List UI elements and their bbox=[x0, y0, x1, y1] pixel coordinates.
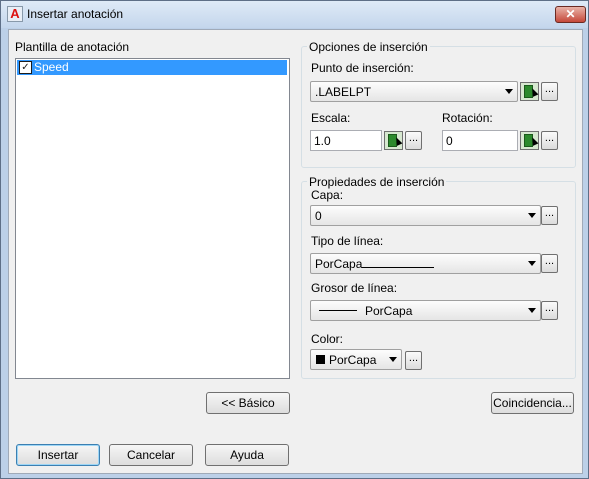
list-item[interactable]: ✓ Speed bbox=[17, 60, 287, 75]
layer-dropdown[interactable]: 0 bbox=[310, 205, 541, 226]
insertion-point-label: Punto de inserción: bbox=[311, 61, 414, 75]
help-button[interactable]: Ayuda bbox=[205, 444, 289, 466]
layer-ellipsis-button[interactable]: ... bbox=[541, 206, 558, 225]
list-item-label: Speed bbox=[34, 60, 69, 74]
color-label: Color: bbox=[311, 332, 344, 346]
linetype-value: PorCapa bbox=[315, 257, 363, 271]
match-button[interactable]: Coincidencia... bbox=[491, 392, 574, 414]
linetype-ellipsis-button[interactable]: ... bbox=[541, 254, 558, 273]
scale-label: Escala: bbox=[311, 111, 351, 125]
rotation-input[interactable]: 0 bbox=[442, 130, 518, 151]
insertion-options-title: Opciones de inserción bbox=[307, 40, 430, 54]
color-value: PorCapa bbox=[329, 353, 377, 367]
pick-rotation-button[interactable] bbox=[520, 131, 539, 150]
lineweight-value: PorCapa bbox=[365, 304, 413, 318]
lineweight-ellipsis-button[interactable]: ... bbox=[541, 301, 558, 320]
chevron-down-icon bbox=[505, 89, 513, 94]
chevron-down-icon bbox=[389, 357, 397, 362]
insertion-point-dropdown[interactable]: .LABELPT bbox=[310, 81, 518, 102]
chevron-down-icon bbox=[528, 308, 536, 313]
insertion-properties-title: Propiedades de inserción bbox=[307, 175, 447, 189]
layer-value: 0 bbox=[315, 209, 322, 223]
insertion-point-ellipsis-button[interactable]: ... bbox=[541, 82, 558, 101]
close-icon: ✕ bbox=[565, 7, 576, 21]
insertion-point-value: .LABELPT bbox=[315, 85, 372, 99]
cancel-button[interactable]: Cancelar bbox=[109, 444, 193, 466]
dialog-body: Plantilla de anotación ✓ Speed Opciones … bbox=[8, 29, 583, 474]
rotation-value: 0 bbox=[446, 134, 453, 148]
list-item-checkbox[interactable]: ✓ bbox=[19, 61, 32, 74]
lineweight-dropdown[interactable]: PorCapa bbox=[310, 300, 541, 321]
rotation-label: Rotación: bbox=[442, 111, 493, 125]
autocad-logo-icon: A bbox=[7, 6, 23, 22]
scale-ellipsis-button[interactable]: ... bbox=[405, 131, 422, 150]
lineweight-sample bbox=[319, 310, 357, 311]
scale-value: 1.0 bbox=[314, 134, 331, 148]
template-listbox[interactable]: ✓ Speed bbox=[15, 58, 290, 379]
basic-button[interactable]: << Básico bbox=[206, 392, 290, 414]
close-button[interactable]: ✕ bbox=[555, 6, 586, 23]
color-dropdown[interactable]: PorCapa bbox=[310, 349, 402, 370]
title-bar[interactable]: A Insertar anotación ✕ bbox=[1, 1, 588, 28]
dialog-window: A Insertar anotación ✕ Plantilla de anot… bbox=[0, 0, 589, 479]
window-title: Insertar anotación bbox=[27, 7, 124, 21]
check-icon: ✓ bbox=[21, 62, 30, 73]
rotation-ellipsis-button[interactable]: ... bbox=[541, 131, 558, 150]
color-swatch bbox=[316, 355, 325, 364]
linetype-label: Tipo de línea: bbox=[311, 234, 384, 248]
app-icon-glyph: A bbox=[10, 6, 20, 21]
insert-button[interactable]: Insertar bbox=[16, 444, 100, 466]
color-ellipsis-button[interactable]: ... bbox=[405, 351, 422, 370]
pick-point-button[interactable] bbox=[520, 82, 539, 101]
scale-input[interactable]: 1.0 bbox=[310, 130, 382, 151]
chevron-down-icon bbox=[528, 261, 536, 266]
pick-scale-button[interactable] bbox=[384, 131, 403, 150]
template-list-label: Plantilla de anotación bbox=[15, 40, 130, 54]
chevron-down-icon bbox=[528, 213, 536, 218]
layer-label: Capa: bbox=[311, 188, 344, 202]
lineweight-label: Grosor de línea: bbox=[311, 281, 398, 295]
linetype-dropdown[interactable]: PorCapa bbox=[310, 253, 541, 274]
linetype-sample bbox=[362, 267, 434, 268]
